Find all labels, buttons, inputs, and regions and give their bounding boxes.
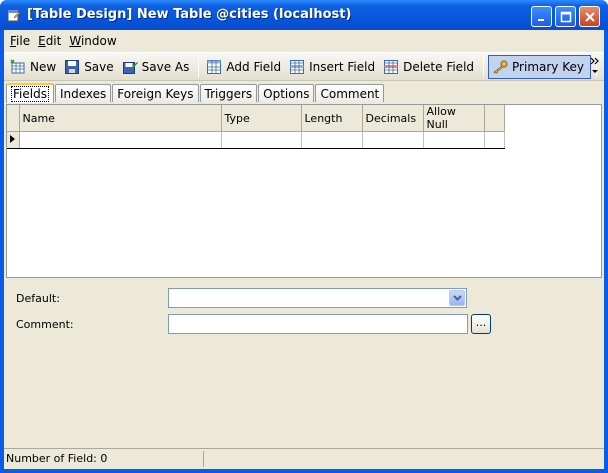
application-window: [Table Design] New Table @cities (localh… [0,0,608,473]
delete-field-button[interactable]: Delete Field [380,55,478,79]
triangle-right-icon [10,134,15,143]
title-bar[interactable]: [Table Design] New Table @cities (localh… [0,0,608,30]
menu-bar: File Edit Window [4,30,604,52]
add-field-button[interactable]: Add Field [203,55,285,79]
row-indicator-header [7,105,20,132]
delete-field-button-label: Delete Field [403,59,475,74]
save-as-icon [122,61,138,74]
toolbar: New Save Save As Add Field Insert Field … [4,52,604,81]
window-client-area: File Edit Window New Save Save As Add Fi… [4,30,604,469]
fields-table: Name Type Length Decimals Allow Null [7,105,505,149]
tab-fields[interactable]: Fields [6,83,54,103]
tab-fields-label: Fields [11,86,49,102]
save-icon [65,59,80,74]
insert-field-button-label: Insert Field [309,59,376,74]
menu-edit-label: dit [45,34,62,48]
cell-allow-null[interactable] [423,131,485,149]
tab-indexes[interactable]: Indexes [54,84,112,102]
chevron-down-icon [452,295,462,301]
primary-key-button-label: Primary Key [512,59,584,74]
tab-triggers[interactable]: Triggers [199,84,258,102]
cell-type[interactable] [221,131,302,149]
status-pane-empty [204,451,604,467]
menu-window-mnemonic: W [69,34,81,48]
menu-edit-mnemonic: E [38,34,46,48]
tab-strip: Fields Indexes Foreign Keys Triggers Opt… [4,81,604,103]
new-table-icon [10,58,25,73]
column-header-name[interactable]: Name [19,105,222,132]
tab-triggers-label: Triggers [204,86,253,101]
toolbar-separator [483,56,485,77]
cell-length[interactable] [301,131,363,149]
save-as-button[interactable]: Save As [119,55,194,79]
insert-field-icon [290,59,305,74]
tab-foreign-keys-label: Foreign Keys [117,86,194,101]
cell-decimals[interactable] [362,131,424,149]
save-button-label: Save [84,59,114,74]
column-header-type[interactable]: Type [221,105,302,132]
comment-ellipsis-button[interactable]: ... [471,314,491,334]
menu-edit[interactable]: Edit [34,34,65,48]
tab-comment[interactable]: Comment [315,84,385,102]
chevron-overflow-icon [590,57,599,73]
new-button-label: New [30,59,57,74]
menu-window-label: indow [80,34,117,48]
status-bar: Number of Field: 0 [4,448,604,469]
toolbar-overflow-button[interactable] [590,56,600,78]
insert-field-button[interactable]: Insert Field [286,55,379,79]
close-button[interactable] [579,6,600,27]
column-header-allow-null[interactable]: Allow Null [423,105,485,132]
default-dropdown-button[interactable] [449,290,465,306]
current-row-indicator [7,131,20,149]
table-row[interactable] [7,131,505,149]
minimize-button[interactable] [531,6,552,27]
menu-window[interactable]: Window [65,34,120,48]
tab-comment-label: Comment [320,86,380,101]
cell-extra[interactable] [484,131,505,149]
window-title: [Table Design] New Table @cities (localh… [27,7,352,22]
column-header-length[interactable]: Length [301,105,363,132]
save-as-button-label: Save As [141,59,190,74]
field-properties-panel: Default: Comment: ... [6,278,602,438]
save-button[interactable]: Save [61,55,117,79]
close-icon [584,11,595,22]
cell-name[interactable] [19,131,222,149]
delete-field-icon [384,59,399,74]
default-label: Default: [16,292,60,305]
fields-grid[interactable]: Name Type Length Decimals Allow Null [6,104,602,278]
tab-indexes-label: Indexes [59,86,107,101]
menu-file[interactable]: File [6,34,34,48]
primary-key-button[interactable]: Primary Key [488,54,591,79]
tab-options[interactable]: Options [258,84,315,102]
comment-label: Comment: [16,318,74,331]
field-count-status: Number of Field: 0 [4,451,204,467]
add-field-button-label: Add Field [226,59,282,74]
maximize-button[interactable] [555,6,576,27]
minimize-icon [537,18,544,21]
key-icon [493,60,508,74]
column-header-extra[interactable] [484,105,505,132]
table-design-icon [7,9,21,22]
maximize-icon [560,11,571,22]
add-field-icon [207,59,222,74]
column-header-decimals[interactable]: Decimals [362,105,424,132]
tab-options-label: Options [263,86,310,101]
toolbar-separator [198,56,200,77]
new-button[interactable]: New [7,55,60,79]
tab-foreign-keys[interactable]: Foreign Keys [112,84,199,102]
comment-field[interactable] [168,314,468,334]
grid-header-row: Name Type Length Decimals Allow Null [7,105,505,132]
menu-file-label: ile [16,34,31,48]
default-combobox[interactable] [168,288,467,308]
